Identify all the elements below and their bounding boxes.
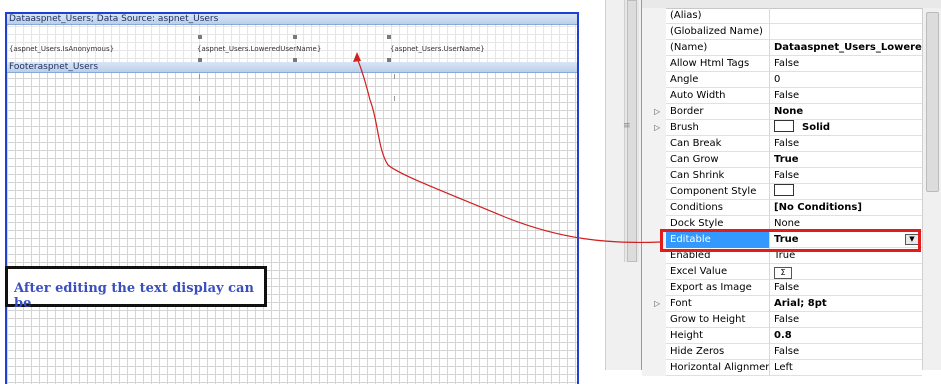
callout-arrow bbox=[353, 52, 661, 244]
arrow-line bbox=[356, 57, 661, 244]
arrow-head bbox=[353, 52, 361, 62]
